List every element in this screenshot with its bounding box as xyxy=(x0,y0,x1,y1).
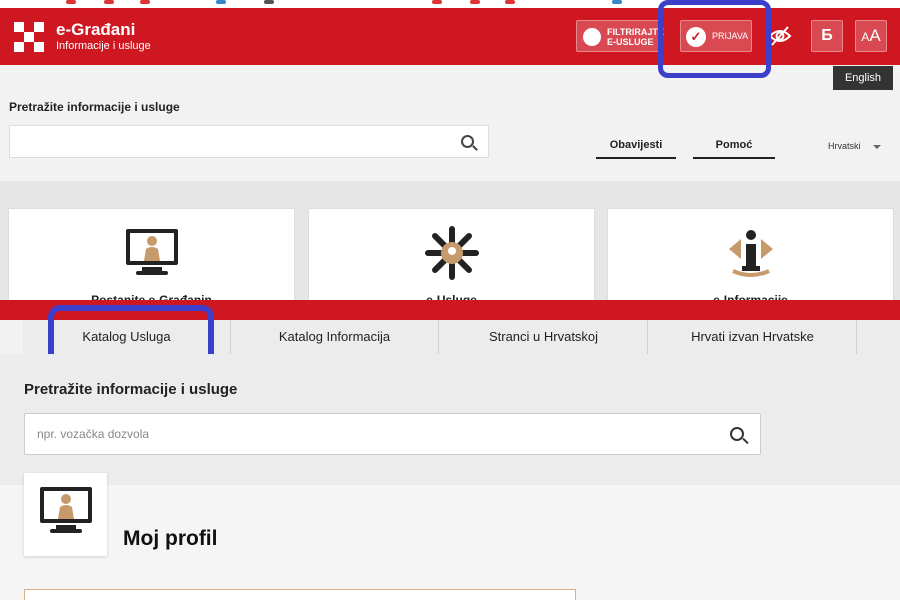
script-toggle-button[interactable]: Б xyxy=(811,20,843,52)
checkerboard-logo-icon[interactable] xyxy=(14,22,44,52)
font-size-button[interactable]: AA xyxy=(855,20,887,52)
gear-hands-icon xyxy=(424,226,479,280)
search-icon[interactable] xyxy=(730,427,744,441)
tab-stranci-u-hrvatskoj[interactable]: Stranci u Hrvatskoj xyxy=(440,320,648,354)
main-search-area: Pretražite informacije i usluge xyxy=(0,354,900,485)
nav-pomoc[interactable]: Pomoć xyxy=(693,139,775,159)
search-top-box xyxy=(9,125,489,158)
profile-area: Moj profil xyxy=(0,473,900,600)
english-language-button[interactable]: English xyxy=(833,66,893,90)
filter-e-services-button[interactable]: FILTRIRAJTE E-USLUGE xyxy=(576,20,664,52)
profile-card[interactable] xyxy=(24,473,107,556)
search-icon[interactable] xyxy=(461,135,474,148)
tab-hrvati-izvan-hrvatske[interactable]: Hrvati izvan Hrvatske xyxy=(649,320,857,354)
brand-subtitle: Informacije i usluge xyxy=(56,40,151,52)
chevron-down-icon xyxy=(872,144,881,149)
search-top-input[interactable] xyxy=(10,126,440,157)
search-top-label: Pretražite informacije i usluge xyxy=(9,100,180,114)
filter-label-line1: FILTRIRAJTE xyxy=(607,27,664,37)
globe-icon xyxy=(583,28,601,46)
cards-area: Postanite e-Građanin e-Usluge e-Informac… xyxy=(0,181,900,318)
login-highlight-frame xyxy=(658,0,771,78)
profile-title: Moj profil xyxy=(123,527,218,550)
info-person-icon xyxy=(728,230,773,277)
font-size-large-label: A xyxy=(869,26,881,45)
search-main-input[interactable] xyxy=(25,414,705,454)
filter-label-line2: E-USLUGE xyxy=(607,37,654,47)
language-select[interactable]: Hrvatski xyxy=(828,141,881,151)
language-select-label: Hrvatski xyxy=(828,141,861,151)
monitor-person-icon xyxy=(40,487,92,533)
monitor-person-icon xyxy=(125,229,178,275)
brand-title[interactable]: e-Građani xyxy=(56,20,135,40)
search-main-box xyxy=(24,413,761,455)
search-main-label: Pretražite informacije i usluge xyxy=(24,381,238,398)
profile-content-box xyxy=(24,589,576,600)
nav-obavijesti[interactable]: Obavijesti xyxy=(596,139,676,159)
tab-katalog-informacija[interactable]: Katalog Informacija xyxy=(231,320,439,354)
